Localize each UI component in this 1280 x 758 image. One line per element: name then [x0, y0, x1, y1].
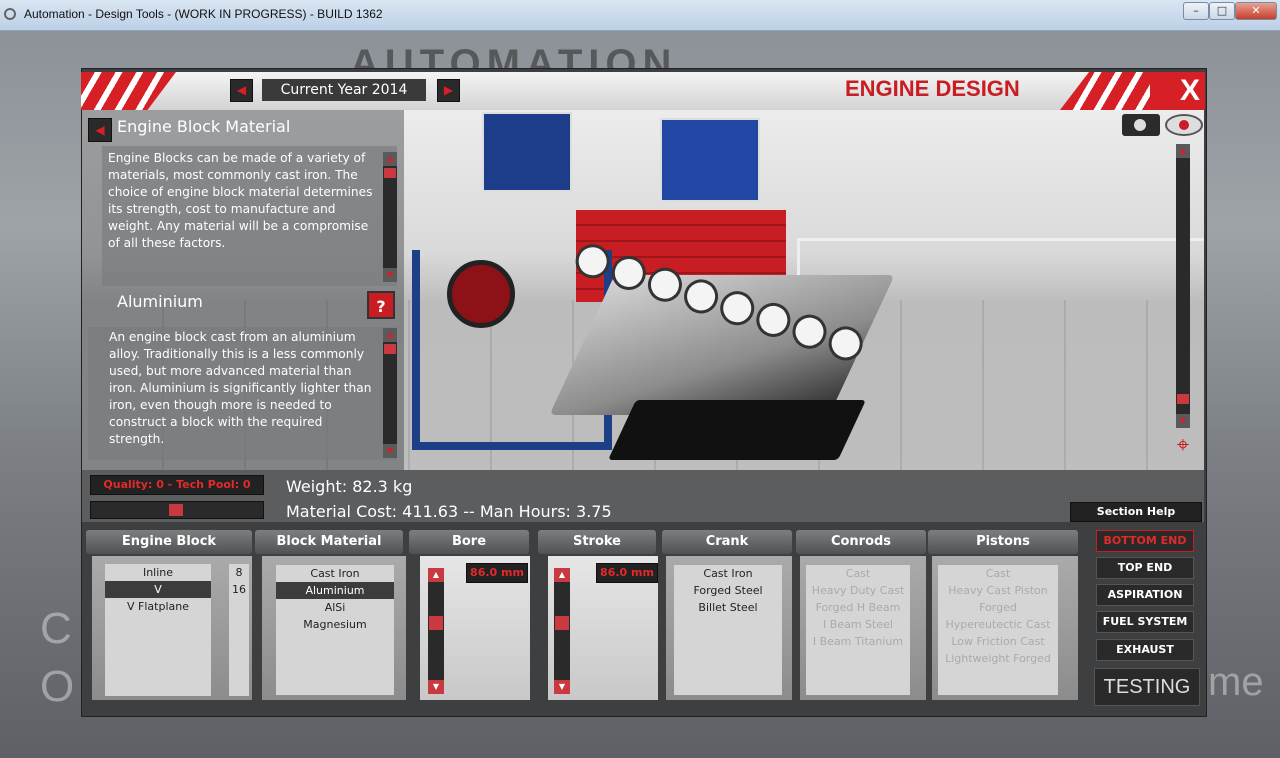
conrods-header: Conrods [796, 530, 926, 554]
stroke-up-icon[interactable]: ▲ [554, 568, 570, 582]
section-bottom-end-button[interactable]: BOTTOM END [1096, 530, 1194, 552]
quality-slider-knob[interactable] [169, 504, 183, 516]
section-top-end-button[interactable]: TOP END [1096, 557, 1194, 579]
engine-block-v-flatplane[interactable]: V Flatplane [105, 598, 211, 615]
rotate-view-icon[interactable]: ⌖ [1168, 433, 1198, 459]
scroll-down-icon[interactable]: ▼ [383, 268, 397, 282]
info-back-button[interactable]: ◀ [88, 118, 112, 142]
material-magnesium[interactable]: Magnesium [276, 616, 394, 633]
maximize-button[interactable]: □ [1209, 2, 1235, 20]
bore-slider[interactable]: ▲ ▼ [428, 568, 444, 694]
zoom-thumb[interactable] [1177, 394, 1189, 404]
conrod-i-beam-steel[interactable]: I Beam Steel [806, 616, 910, 633]
engine-block-list: Inline V V Flatplane [105, 564, 211, 696]
scroll-down-icon[interactable]: ▼ [383, 444, 397, 458]
piston-heavy-cast[interactable]: Heavy Cast Piston [938, 582, 1058, 599]
section-exhaust-button[interactable]: EXHAUST [1096, 639, 1194, 661]
close-window-button[interactable]: ✕ [1235, 2, 1277, 20]
block-material-header: Block Material [255, 530, 403, 554]
engine-block-header: Engine Block [86, 530, 252, 554]
block-material-list: Cast Iron Aluminium AlSi Magnesium [276, 565, 394, 695]
material-aluminium[interactable]: Aluminium [276, 582, 394, 599]
section-fuel-system-button[interactable]: FUEL SYSTEM [1096, 611, 1194, 633]
flywheel [447, 260, 515, 328]
engine-block-inline[interactable]: Inline [105, 564, 211, 581]
stroke-thumb[interactable] [555, 615, 569, 630]
crank-forged-steel[interactable]: Forged Steel [674, 582, 782, 599]
piston-cast[interactable]: Cast [938, 565, 1058, 582]
quality-readout: Quality: 0 - Tech Pool: 0 [90, 475, 264, 495]
piston-lightweight-forged[interactable]: Lightweight Forged [938, 650, 1058, 667]
material-alsi[interactable]: AlSi [276, 599, 394, 616]
conrod-forged-h-beam[interactable]: Forged H Beam [806, 599, 910, 616]
bore-header: Bore [409, 530, 529, 554]
pistons-header: Pistons [928, 530, 1078, 554]
piston-hypereutectic-cast[interactable]: Hypereutectic Cast [938, 616, 1058, 633]
background-text-right: me [1208, 660, 1264, 704]
cylinder-count-16[interactable]: 16 [229, 581, 249, 598]
pistons-list: Cast Heavy Cast Piston Forged Hypereutec… [938, 565, 1058, 695]
bore-down-icon[interactable]: ▼ [428, 680, 444, 694]
info-description: Engine Blocks can be made of a variety o… [108, 151, 373, 250]
quality-slider[interactable] [90, 501, 264, 519]
window-title: Automation - Design Tools - (WORK IN PRO… [24, 7, 383, 21]
year-next-button[interactable]: ▶ [437, 79, 460, 102]
app-icon [4, 8, 16, 20]
bore-thumb[interactable] [429, 615, 443, 630]
zoom-down-icon[interactable]: ▼ [1176, 414, 1190, 428]
minimize-button[interactable]: – [1183, 2, 1209, 20]
year-prev-button[interactable]: ◀ [230, 79, 253, 102]
current-year: Current Year 2014 [262, 79, 426, 101]
stroke-slider[interactable]: ▲ ▼ [554, 568, 570, 694]
zoom-up-icon[interactable]: ▲ [1176, 144, 1190, 158]
info-heading: Engine Block Material [117, 117, 291, 136]
crank-list: Cast Iron Forged Steel Billet Steel [674, 565, 782, 695]
cylinder-count-8[interactable]: 8 [229, 564, 249, 581]
cylinder-count-list: 8 16 [229, 564, 249, 696]
window-titlebar: Automation - Design Tools - (WORK IN PRO… [0, 0, 1280, 31]
crank-header: Crank [662, 530, 792, 554]
conrods-list: Cast Heavy Duty Cast Forged H Beam I Bea… [806, 565, 910, 695]
weight-readout: Weight: 82.3 kg [286, 477, 413, 496]
material-scrollbar[interactable]: ▲ ▼ [383, 328, 397, 458]
engine-block-v[interactable]: V [105, 581, 211, 598]
background-text-left: CO [40, 604, 75, 711]
scroll-thumb[interactable] [384, 168, 396, 178]
section-help-button[interactable]: Section Help [1070, 502, 1202, 522]
description-scrollbar[interactable]: ▲ ▼ [383, 152, 397, 282]
material-description: An engine block cast from an aluminium a… [109, 330, 372, 446]
scroll-thumb[interactable] [384, 344, 396, 354]
conrod-heavy-duty-cast[interactable]: Heavy Duty Cast [806, 582, 910, 599]
zoom-scrollbar[interactable]: ▲ ▼ [1176, 144, 1190, 428]
engine-base-model [608, 400, 866, 460]
bore-up-icon[interactable]: ▲ [428, 568, 444, 582]
testing-button[interactable]: TESTING [1094, 668, 1200, 706]
piston-forged[interactable]: Forged [938, 599, 1058, 616]
close-screen-button[interactable]: X [1175, 72, 1205, 110]
scroll-up-icon[interactable]: ▲ [383, 152, 397, 166]
bore-value: 86.0 mm [466, 563, 528, 583]
screen-title: ENGINE DESIGN [845, 76, 1020, 101]
crank-cast-iron[interactable]: Cast Iron [674, 565, 782, 582]
stroke-value: 86.0 mm [596, 563, 658, 583]
stroke-down-icon[interactable]: ▼ [554, 680, 570, 694]
wall-poster-right [660, 118, 760, 202]
stroke-header: Stroke [538, 530, 656, 554]
material-help-button[interactable]: ? [367, 291, 395, 319]
piston-low-friction-cast[interactable]: Low Friction Cast [938, 633, 1058, 650]
conrod-i-beam-titanium[interactable]: I Beam Titanium [806, 633, 910, 650]
material-title: Aluminium [117, 292, 203, 311]
conrod-cast[interactable]: Cast [806, 565, 910, 582]
scroll-up-icon[interactable]: ▲ [383, 328, 397, 342]
camera-icon[interactable] [1122, 114, 1160, 136]
section-aspiration-button[interactable]: ASPIRATION [1096, 584, 1194, 606]
eye-icon[interactable] [1165, 114, 1203, 136]
wall-poster-left [482, 112, 572, 192]
cost-readout: Material Cost: 411.63 -- Man Hours: 3.75 [286, 502, 612, 521]
crank-billet-steel[interactable]: Billet Steel [674, 599, 782, 616]
material-cast-iron[interactable]: Cast Iron [276, 565, 394, 582]
